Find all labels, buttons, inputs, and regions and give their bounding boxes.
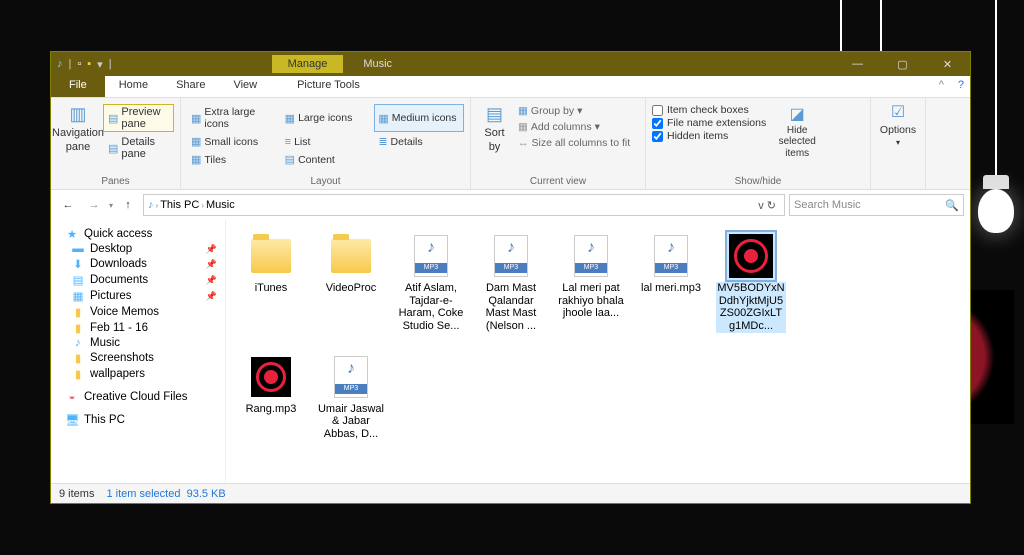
tab-view[interactable]: View — [219, 76, 271, 97]
up-button[interactable]: ↑ — [117, 194, 139, 216]
music-icon: ♪ — [57, 58, 63, 70]
back-button[interactable]: ← — [57, 194, 79, 216]
file-item[interactable]: Rang.mp3 — [236, 353, 306, 441]
minimize-button[interactable]: — — [835, 52, 880, 76]
item-check-boxes-checkbox[interactable]: Item check boxes — [652, 104, 766, 116]
layout-extra-large-icons[interactable]: ▦Extra large icons — [187, 104, 277, 132]
tab-file[interactable]: File — [51, 76, 105, 97]
status-bar: 9 items 1 item selected 93.5 KB — [51, 483, 970, 503]
tab-picture-tools[interactable]: Picture Tools — [283, 76, 374, 97]
layout-large-icons[interactable]: ▦Large icons — [281, 104, 371, 132]
layout-details[interactable]: ≣Details — [374, 133, 464, 150]
file-label: iTunes — [254, 282, 289, 295]
hide-selected-icon: ◪ — [790, 104, 805, 124]
context-tab-manage[interactable]: Manage — [272, 55, 344, 73]
preview-pane-button[interactable]: ▤Preview pane — [103, 104, 174, 132]
file-label: Lal meri pat rakhiyo bhala jhoole laa... — [556, 282, 626, 320]
sidebar-this-pc[interactable]: 🖥This PC — [51, 412, 225, 428]
window-title: Music — [363, 58, 392, 70]
group-by-button[interactable]: ▦Group by ▾ — [516, 104, 632, 118]
search-icon: 🔍 — [945, 199, 959, 212]
sidebar-voice-memos[interactable]: ▮Voice Memos — [51, 304, 225, 320]
file-item[interactable]: MV5BODYxNDdhYjktMjU5ZS00ZGIxLTg1MDc... — [716, 232, 786, 333]
file-label: Umair Jaswal & Jabar Abbas, D... — [316, 403, 386, 441]
navigation-pane-icon: ▥ — [69, 104, 86, 125]
hide-selected-button[interactable]: ◪ Hide selected items — [772, 104, 822, 159]
search-input[interactable]: Search Music 🔍 — [789, 194, 964, 216]
sidebar-creative-cloud[interactable]: ◒Creative Cloud Files — [51, 390, 225, 404]
file-item[interactable]: ♪Atif Aslam, Tajdar-e-Haram, Coke Studio… — [396, 232, 466, 333]
layout-medium-icons[interactable]: ▦Medium icons — [374, 104, 464, 132]
group-label-layout: Layout — [187, 176, 464, 189]
sidebar-desktop[interactable]: ▬Desktop📌 — [51, 242, 225, 256]
layout-content[interactable]: ▤Content — [281, 151, 371, 168]
sidebar-feb[interactable]: ▮Feb 11 - 16 — [51, 320, 225, 336]
group-label-panes: Panes — [57, 176, 174, 189]
sidebar-wallpapers[interactable]: ▮wallpapers — [51, 366, 225, 382]
qat-doc-icon[interactable]: ▫ — [77, 58, 81, 70]
qat-folder-icon[interactable]: ▪ — [87, 58, 91, 70]
sidebar-downloads[interactable]: ⬇Downloads📌 — [51, 256, 225, 272]
file-item[interactable]: ♪Lal meri pat rakhiyo bhala jhoole laa..… — [556, 232, 626, 333]
group-label-current-view: Current view — [477, 176, 639, 189]
sidebar-screenshots[interactable]: ▮Screenshots — [51, 350, 225, 366]
file-extensions-checkbox[interactable]: File name extensions — [652, 117, 766, 129]
file-item[interactable]: ♪lal meri.mp3 — [636, 232, 706, 333]
crumb-music[interactable]: Music — [206, 199, 235, 211]
tab-home[interactable]: Home — [105, 76, 162, 97]
file-label: MV5BODYxNDdhYjktMjU5ZS00ZGIxLTg1MDc... — [716, 282, 786, 333]
add-columns-button[interactable]: ▦Add columns ▾ — [516, 120, 632, 134]
sidebar-pictures[interactable]: ▦Pictures📌 — [51, 288, 225, 304]
file-item[interactable]: ♪Umair Jaswal & Jabar Abbas, D... — [316, 353, 386, 441]
navigation-sidebar: ★Quick access ▬Desktop📌 ⬇Downloads📌 ▤Doc… — [51, 220, 226, 483]
close-button[interactable]: ✕ — [925, 52, 970, 76]
file-item[interactable]: iTunes — [236, 232, 306, 333]
options-icon: ☑ — [891, 102, 905, 122]
file-item[interactable]: ♪Dam Mast Qalandar Mast Mast (Nelson ... — [476, 232, 546, 333]
status-size: 93.5 KB — [187, 488, 226, 500]
sidebar-music[interactable]: ♪Music — [51, 336, 225, 350]
hidden-items-checkbox[interactable]: Hidden items — [652, 130, 766, 142]
file-label: VideoProc — [325, 282, 378, 295]
breadcrumb[interactable]: ♪ › This PC › Music v ↻ — [143, 194, 785, 216]
status-item-count: 9 items — [59, 488, 94, 500]
file-label: lal meri.mp3 — [640, 282, 702, 295]
forward-button[interactable]: → — [83, 194, 105, 216]
tab-share[interactable]: Share — [162, 76, 219, 97]
file-label: Dam Mast Qalandar Mast Mast (Nelson ... — [476, 282, 546, 333]
collapse-ribbon-icon[interactable]: ^ — [931, 76, 952, 97]
refresh-icon[interactable]: v ↻ — [754, 199, 780, 212]
sort-icon: ▤ — [486, 104, 503, 125]
layout-tiles[interactable]: ▦Tiles — [187, 151, 277, 168]
file-label: Atif Aslam, Tajdar-e-Haram, Coke Studio … — [396, 282, 466, 333]
file-label: Rang.mp3 — [245, 403, 298, 416]
layout-small-icons[interactable]: ▦Small icons — [187, 133, 277, 150]
details-pane-button[interactable]: ▤Details pane — [103, 134, 174, 162]
navigation-pane-button[interactable]: ▥ Navigation pane — [57, 100, 99, 162]
crumb-this-pc[interactable]: This PC — [160, 199, 199, 211]
file-view[interactable]: iTunes VideoProc ♪Atif Aslam, Tajdar-e-Har… — [226, 220, 970, 483]
lamp-decoration — [978, 0, 1014, 233]
maximize-button[interactable]: ▢ — [880, 52, 925, 76]
size-columns-button[interactable]: ↔Size all columns to fit — [516, 136, 632, 150]
file-item[interactable]: VideoProc — [316, 232, 386, 333]
layout-list[interactable]: ≡List — [281, 133, 371, 150]
ribbon-tabs: File Home Share View Picture Tools ^ ? — [51, 76, 970, 98]
options-button[interactable]: ☑ Options ▾ — [880, 102, 916, 147]
music-folder-icon: ♪ — [148, 199, 154, 211]
sidebar-documents[interactable]: ▤Documents📌 — [51, 272, 225, 288]
sort-by-button[interactable]: ▤ Sort by — [477, 104, 512, 153]
title-bar: ♪ | ▫ ▪ ▾ | Manage Music — ▢ ✕ — [51, 52, 970, 76]
help-icon[interactable]: ? — [952, 76, 970, 97]
status-selected: 1 item selected — [106, 488, 180, 500]
explorer-window: ♪ | ▫ ▪ ▾ | Manage Music — ▢ ✕ File Home… — [50, 51, 971, 504]
ribbon: ▥ Navigation pane ▤Preview pane ▤Details… — [51, 98, 970, 190]
address-bar: ← → ▾ ↑ ♪ › This PC › Music v ↻ Search M… — [51, 190, 970, 220]
sidebar-quick-access[interactable]: ★Quick access — [51, 226, 225, 242]
group-label-show-hide: Show/hide — [652, 176, 864, 189]
